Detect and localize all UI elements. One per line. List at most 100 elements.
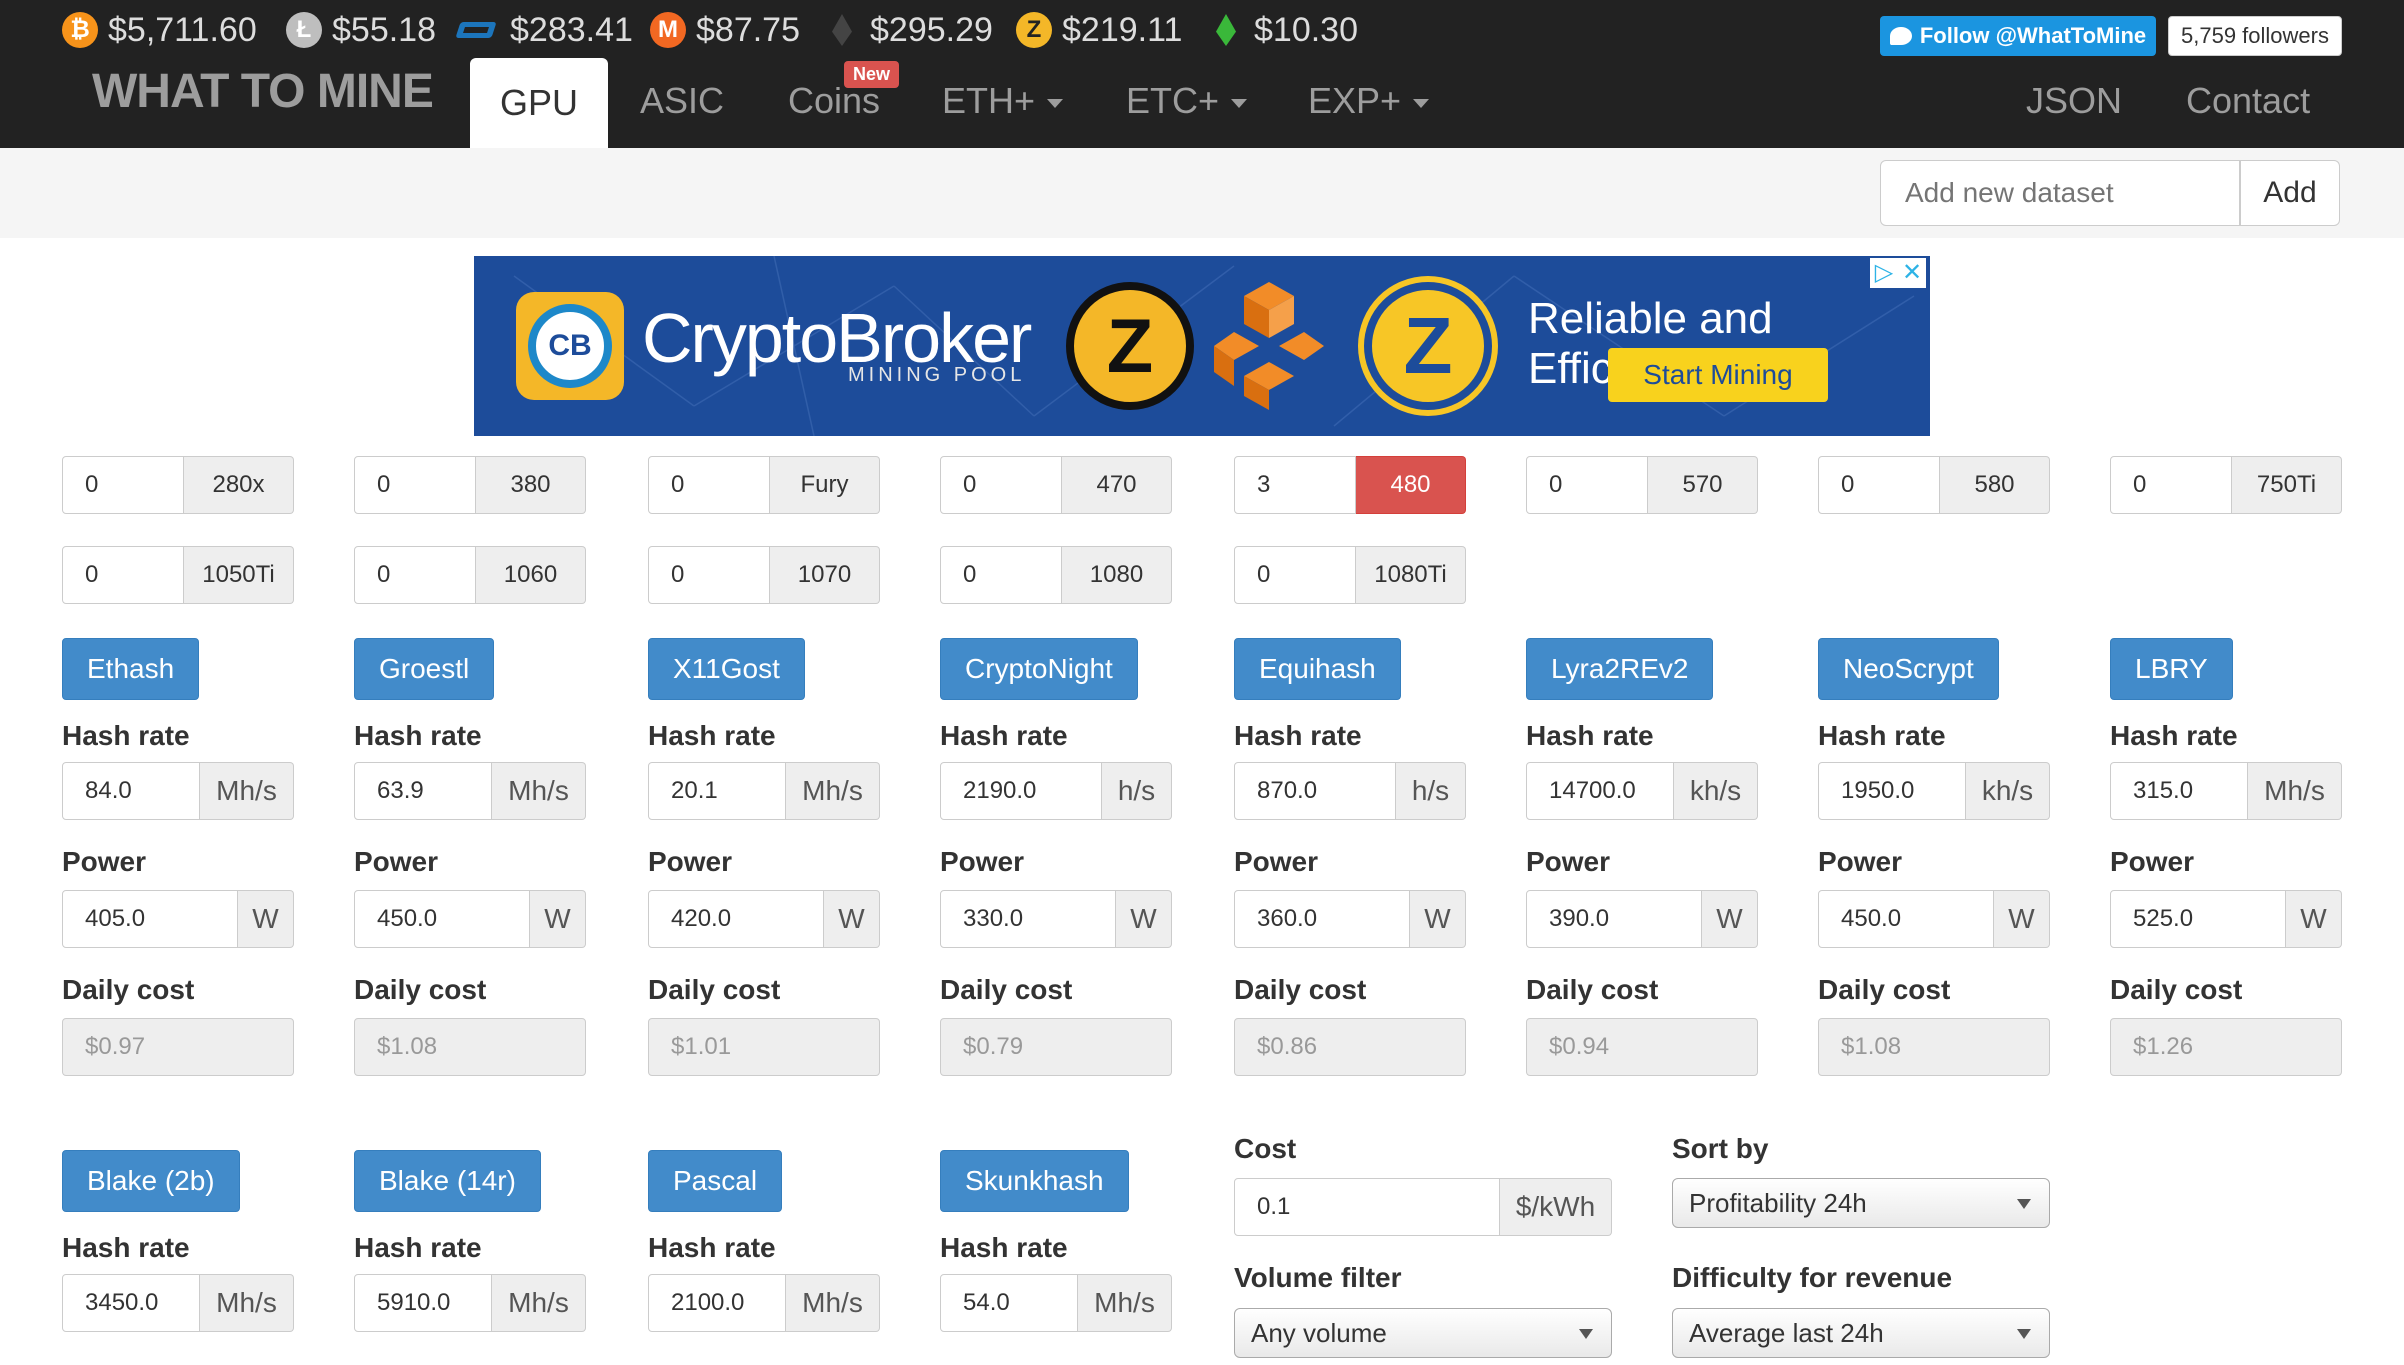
twitter-follow-label: Follow @WhatToMine: [1919, 23, 2147, 48]
power-input[interactable]: [354, 890, 530, 948]
gpu-toggle-button[interactable]: 470: [1062, 456, 1172, 514]
brand-logo[interactable]: WHAT TO MINE: [92, 64, 434, 119]
power-input[interactable]: [62, 890, 238, 948]
power-input[interactable]: [648, 890, 824, 948]
hash-rate-input[interactable]: [62, 1274, 200, 1332]
algo-toggle-lbry[interactable]: LBRY: [2110, 638, 2233, 700]
caret-down-icon: [1231, 98, 1248, 108]
algo-toggle-blake-14r[interactable]: Blake (14r): [354, 1150, 541, 1212]
nav-json[interactable]: JSON: [2026, 80, 2122, 122]
gpu-count-input[interactable]: [940, 546, 1062, 604]
gpu-count-input[interactable]: [1234, 546, 1356, 604]
algo-toggle-skunkhash[interactable]: Skunkhash: [940, 1150, 1129, 1212]
monero-icon: M: [650, 12, 686, 48]
power-label: Power: [2110, 846, 2195, 877]
power-label: Power: [1818, 846, 1903, 877]
gpu-count-input[interactable]: [648, 546, 770, 604]
gpu-count-input[interactable]: [1818, 456, 1940, 514]
hash-rate-input[interactable]: [1818, 762, 1966, 820]
gpu-count-input[interactable]: [648, 456, 770, 514]
hash-rate-input[interactable]: [1526, 762, 1674, 820]
gpu-580: 580: [1818, 456, 2050, 514]
gpu-toggle-button[interactable]: 750Ti: [2232, 456, 2342, 514]
nav-contact[interactable]: Contact: [2186, 80, 2310, 122]
hash-rate-input[interactable]: [62, 762, 200, 820]
power-unit: W: [2286, 890, 2342, 948]
power-input[interactable]: [940, 890, 1116, 948]
power-input[interactable]: [1818, 890, 1994, 948]
gpu-toggle-button[interactable]: 480: [1356, 456, 1466, 514]
difficulty-select[interactable]: Average last 24h: [1672, 1308, 2050, 1358]
hash-rate-input[interactable]: [354, 762, 492, 820]
algo-toggle-lyra2rev2[interactable]: Lyra2REv2: [1526, 638, 1714, 700]
hash-rate-input[interactable]: [648, 762, 786, 820]
hash-rate-unit: Mh/s: [492, 1274, 586, 1332]
hash-rate-input[interactable]: [354, 1274, 492, 1332]
power-input[interactable]: [1526, 890, 1702, 948]
electricity-cost-input[interactable]: [1234, 1178, 1500, 1236]
gpu-toggle-button[interactable]: 1080: [1062, 546, 1172, 604]
daily-cost-label: Daily cost: [1526, 974, 1659, 1005]
gpu-count-input[interactable]: [354, 546, 476, 604]
algo-toggle-equihash[interactable]: Equihash: [1234, 638, 1401, 700]
sort-by-select[interactable]: Profitability 24h: [1672, 1178, 2050, 1228]
ticker-price: $5,711.60: [108, 10, 257, 49]
hash-rate-input[interactable]: [2110, 762, 2248, 820]
nav-etc-dropdown[interactable]: ETC+: [1126, 80, 1248, 122]
gpu-toggle-button[interactable]: 570: [1648, 456, 1758, 514]
ad-choices[interactable]: ▷ ✕: [1870, 258, 1926, 288]
nav-eth-dropdown[interactable]: ETH+: [942, 80, 1064, 122]
gpu-toggle-button[interactable]: 380: [476, 456, 586, 514]
hash-rate-unit: h/s: [1102, 762, 1172, 820]
nav-asic[interactable]: ASIC: [640, 80, 724, 122]
cryptobroker-logo: CB: [516, 292, 624, 400]
gpu-toggle-button[interactable]: 1050Ti: [184, 546, 294, 604]
hash-rate-input[interactable]: [940, 1274, 1078, 1332]
volume-filter-label: Volume filter: [1234, 1262, 1402, 1293]
algo-toggle-ethash[interactable]: Ethash: [62, 638, 200, 700]
gpu-toggle-button[interactable]: Fury: [770, 456, 880, 514]
followers-count[interactable]: 5,759 followers: [2168, 16, 2342, 56]
adchoices-icon[interactable]: ▷: [1870, 258, 1898, 288]
gpu-toggle-button[interactable]: 1080Ti: [1356, 546, 1466, 604]
power-input[interactable]: [2110, 890, 2286, 948]
gpu-count-input[interactable]: [1526, 456, 1648, 514]
add-dataset-input[interactable]: [1880, 160, 2240, 226]
hash-rate-unit: Mh/s: [492, 762, 586, 820]
gpu-count-input[interactable]: [62, 456, 184, 514]
algo-toggle-pascal[interactable]: Pascal: [648, 1150, 783, 1212]
gpu-count-input[interactable]: [354, 456, 476, 514]
gpu-toggle-button[interactable]: 280x: [184, 456, 294, 514]
twitter-follow-button[interactable]: Follow @WhatToMine: [1880, 16, 2156, 56]
power-unit: W: [824, 890, 880, 948]
gpu-toggle-button[interactable]: 1070: [770, 546, 880, 604]
algo-toggle-cryptonight[interactable]: CryptoNight: [940, 638, 1138, 700]
algo-toggle-x11gost[interactable]: X11Gost: [648, 638, 805, 700]
ad-banner[interactable]: CB CryptoBroker MINING POOL Z Z Reliable…: [474, 256, 1930, 436]
nav-exp-label: EXP+: [1308, 80, 1402, 121]
hash-rate-label: Hash rate: [1234, 720, 1362, 751]
volume-filter-select[interactable]: Any volume: [1234, 1308, 1612, 1358]
hash-rate-input[interactable]: [648, 1274, 786, 1332]
gpu-count-input[interactable]: [62, 546, 184, 604]
ethereum-icon: [824, 12, 860, 48]
daily-cost-label: Daily cost: [940, 974, 1073, 1005]
gpu-count-input[interactable]: [1234, 456, 1356, 514]
add-dataset-button[interactable]: Add: [2240, 160, 2340, 226]
gpu-toggle-button[interactable]: 1060: [476, 546, 586, 604]
gpu-count-input[interactable]: [940, 456, 1062, 514]
gpu-280x: 280x: [62, 456, 294, 514]
power-input[interactable]: [1234, 890, 1410, 948]
gpu-toggle-button[interactable]: 580: [1940, 456, 2050, 514]
hash-rate-input[interactable]: [940, 762, 1102, 820]
hash-rate-input[interactable]: [1234, 762, 1396, 820]
gpu-count-input[interactable]: [2110, 456, 2232, 514]
algo-toggle-groestl[interactable]: Groestl: [354, 638, 495, 700]
ad-close-icon[interactable]: ✕: [1898, 258, 1926, 288]
algo-toggle-neoscrypt[interactable]: NeoScrypt: [1818, 638, 1999, 700]
start-mining-button[interactable]: Start Mining: [1608, 348, 1828, 402]
nav-gpu[interactable]: GPU: [470, 58, 608, 148]
nav-exp-dropdown[interactable]: EXP+: [1308, 80, 1430, 122]
ticker-price: $219.11: [1062, 10, 1183, 49]
algo-toggle-blake-2b[interactable]: Blake (2b): [62, 1150, 240, 1212]
